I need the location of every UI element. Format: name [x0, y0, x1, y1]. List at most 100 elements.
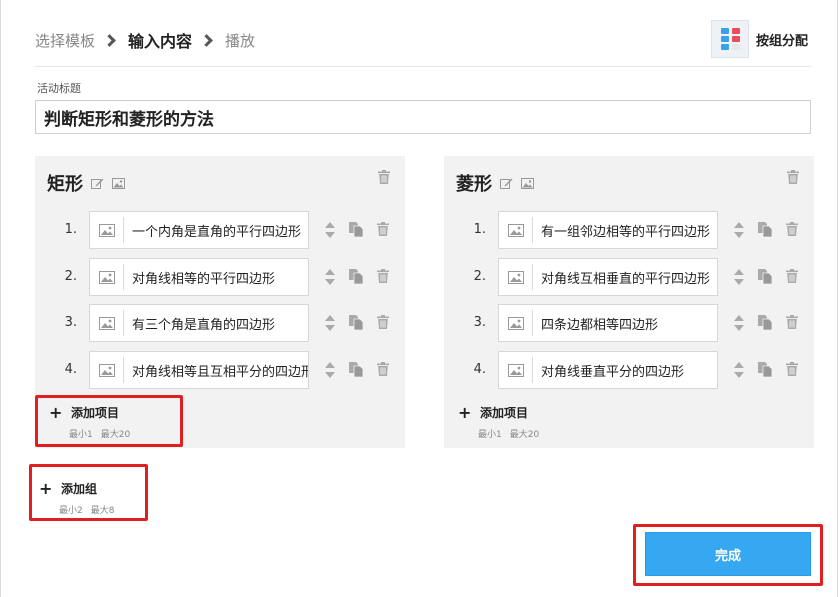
item-divider — [123, 264, 124, 290]
edit-icon[interactable] — [91, 178, 104, 189]
delete-item-icon[interactable] — [786, 222, 798, 236]
delete-group-icon[interactable] — [378, 170, 390, 184]
plus-icon: + — [39, 478, 53, 498]
max-label: 最大20 — [509, 430, 540, 440]
max-label: 最大8 — [90, 506, 115, 516]
item-divider — [123, 357, 124, 383]
image-icon[interactable] — [99, 270, 115, 284]
item-input[interactable]: 对角线相等且互相平分的四边形 — [89, 351, 309, 389]
sort-icon[interactable] — [734, 315, 744, 331]
delete-item-icon[interactable] — [786, 315, 798, 329]
item-number: 4. — [473, 362, 486, 377]
item-divider — [123, 217, 124, 243]
list-item: 3. 有三个角是直角的四边形 — [35, 304, 405, 342]
item-limits: 最小1 最大20 — [69, 427, 130, 440]
item-number: 1. — [473, 222, 486, 237]
item-number: 1. — [64, 222, 77, 237]
group-limits: 最小2 最大8 — [59, 503, 114, 516]
item-number: 3. — [64, 315, 77, 330]
copy-icon[interactable] — [349, 269, 363, 284]
group-name[interactable]: 矩形 — [47, 170, 83, 196]
assign-by-group-label: 按组分配 — [756, 33, 809, 49]
image-icon[interactable] — [508, 223, 524, 237]
item-number: 2. — [473, 269, 486, 284]
sort-icon[interactable] — [325, 269, 335, 285]
item-input[interactable]: 有一组邻边相等的平行四边形 — [498, 211, 718, 249]
item-limits: 最小1 最大20 — [478, 427, 539, 440]
delete-item-icon[interactable] — [377, 269, 389, 283]
image-icon[interactable] — [508, 270, 524, 284]
item-input[interactable]: 对角线相等的平行四边形 — [89, 258, 309, 296]
item-number: 2. — [64, 269, 77, 284]
done-button[interactable]: 完成 — [645, 532, 811, 576]
activity-title-input[interactable] — [35, 100, 811, 134]
breadcrumb-step-input-content[interactable]: 输入内容 — [128, 28, 192, 52]
delete-item-icon[interactable] — [786, 362, 798, 376]
copy-icon[interactable] — [349, 222, 363, 237]
image-icon[interactable] — [99, 363, 115, 377]
min-label: 最小1 — [478, 430, 502, 440]
add-item-button[interactable]: + 添加项目 最小1 最大20 — [49, 404, 130, 440]
group-card-1: 矩形 1. 一个内角是直角的平行四边形 2. 对角线相等的平行四边形 3. 有三… — [35, 156, 405, 448]
copy-icon[interactable] — [758, 362, 772, 377]
copy-icon[interactable] — [758, 315, 772, 330]
assign-by-group-button[interactable]: 按组分配 — [711, 20, 808, 58]
item-text: 对角线垂直平分的四边形 — [541, 364, 685, 380]
item-input[interactable]: 对角线垂直平分的四边形 — [498, 351, 718, 389]
copy-icon[interactable] — [349, 362, 363, 377]
delete-item-icon[interactable] — [786, 269, 798, 283]
sort-icon[interactable] — [325, 315, 335, 331]
copy-icon[interactable] — [758, 222, 772, 237]
item-input[interactable]: 对角线互相垂直的平行四边形 — [498, 258, 718, 296]
sort-icon[interactable] — [734, 222, 744, 238]
app-frame: 选择模板 输入内容 播放 按组分配 活动标题 矩形 — [0, 0, 838, 597]
max-label: 最大20 — [100, 430, 131, 440]
item-divider — [532, 217, 533, 243]
image-icon[interactable] — [508, 363, 524, 377]
list-item: 2. 对角线互相垂直的平行四边形 — [444, 258, 814, 296]
item-input[interactable]: 四条边都相等四边形 — [498, 304, 718, 342]
delete-group-icon[interactable] — [787, 170, 799, 184]
list-item: 4. 对角线相等且互相平分的四边形 — [35, 351, 405, 389]
item-number: 3. — [473, 315, 486, 330]
item-divider — [532, 264, 533, 290]
item-text: 对角线相等且互相平分的四边形 — [132, 364, 309, 380]
item-input[interactable]: 有三个角是直角的四边形 — [89, 304, 309, 342]
add-group-button[interactable]: + 添加组 最小2 最大8 — [39, 480, 114, 516]
list-item: 3. 四条边都相等四边形 — [444, 304, 814, 342]
min-label: 最小1 — [69, 430, 93, 440]
group-name[interactable]: 菱形 — [456, 170, 492, 196]
plus-icon: + — [49, 402, 63, 422]
image-icon[interactable] — [99, 316, 115, 330]
item-divider — [532, 310, 533, 336]
item-number: 4. — [64, 362, 77, 377]
image-icon[interactable] — [508, 316, 524, 330]
copy-icon[interactable] — [758, 269, 772, 284]
edit-icon[interactable] — [500, 178, 513, 189]
item-text: 对角线互相垂直的平行四边形 — [541, 271, 711, 287]
sort-icon[interactable] — [734, 269, 744, 285]
list-item: 1. 一个内角是直角的平行四边形 — [35, 211, 405, 249]
image-icon[interactable] — [112, 177, 125, 189]
copy-icon[interactable] — [349, 315, 363, 330]
activity-title-label: 活动标题 — [37, 82, 81, 95]
item-text: 一个内角是直角的平行四边形 — [132, 224, 302, 240]
delete-item-icon[interactable] — [377, 222, 389, 236]
add-item-button[interactable]: + 添加项目 最小1 最大20 — [458, 404, 539, 440]
sort-icon[interactable] — [325, 362, 335, 378]
delete-item-icon[interactable] — [377, 315, 389, 329]
image-icon[interactable] — [521, 177, 534, 189]
sort-icon[interactable] — [734, 362, 744, 378]
delete-item-icon[interactable] — [377, 362, 389, 376]
breadcrumb-step-play[interactable]: 播放 — [225, 30, 255, 51]
breadcrumb-step-select-template[interactable]: 选择模板 — [35, 30, 95, 51]
min-label: 最小2 — [59, 506, 83, 516]
item-input[interactable]: 一个内角是直角的平行四边形 — [89, 211, 309, 249]
chevron-right-icon — [200, 33, 213, 47]
sort-icon[interactable] — [325, 222, 335, 238]
item-text: 四条边都相等四边形 — [541, 317, 659, 333]
image-icon[interactable] — [99, 223, 115, 237]
item-text: 对角线相等的平行四边形 — [132, 271, 276, 287]
group-card-2: 菱形 1. 有一组邻边相等的平行四边形 2. 对角线互相垂直的平行四边形 3. … — [444, 156, 814, 448]
item-text: 有一组邻边相等的平行四边形 — [541, 224, 711, 240]
